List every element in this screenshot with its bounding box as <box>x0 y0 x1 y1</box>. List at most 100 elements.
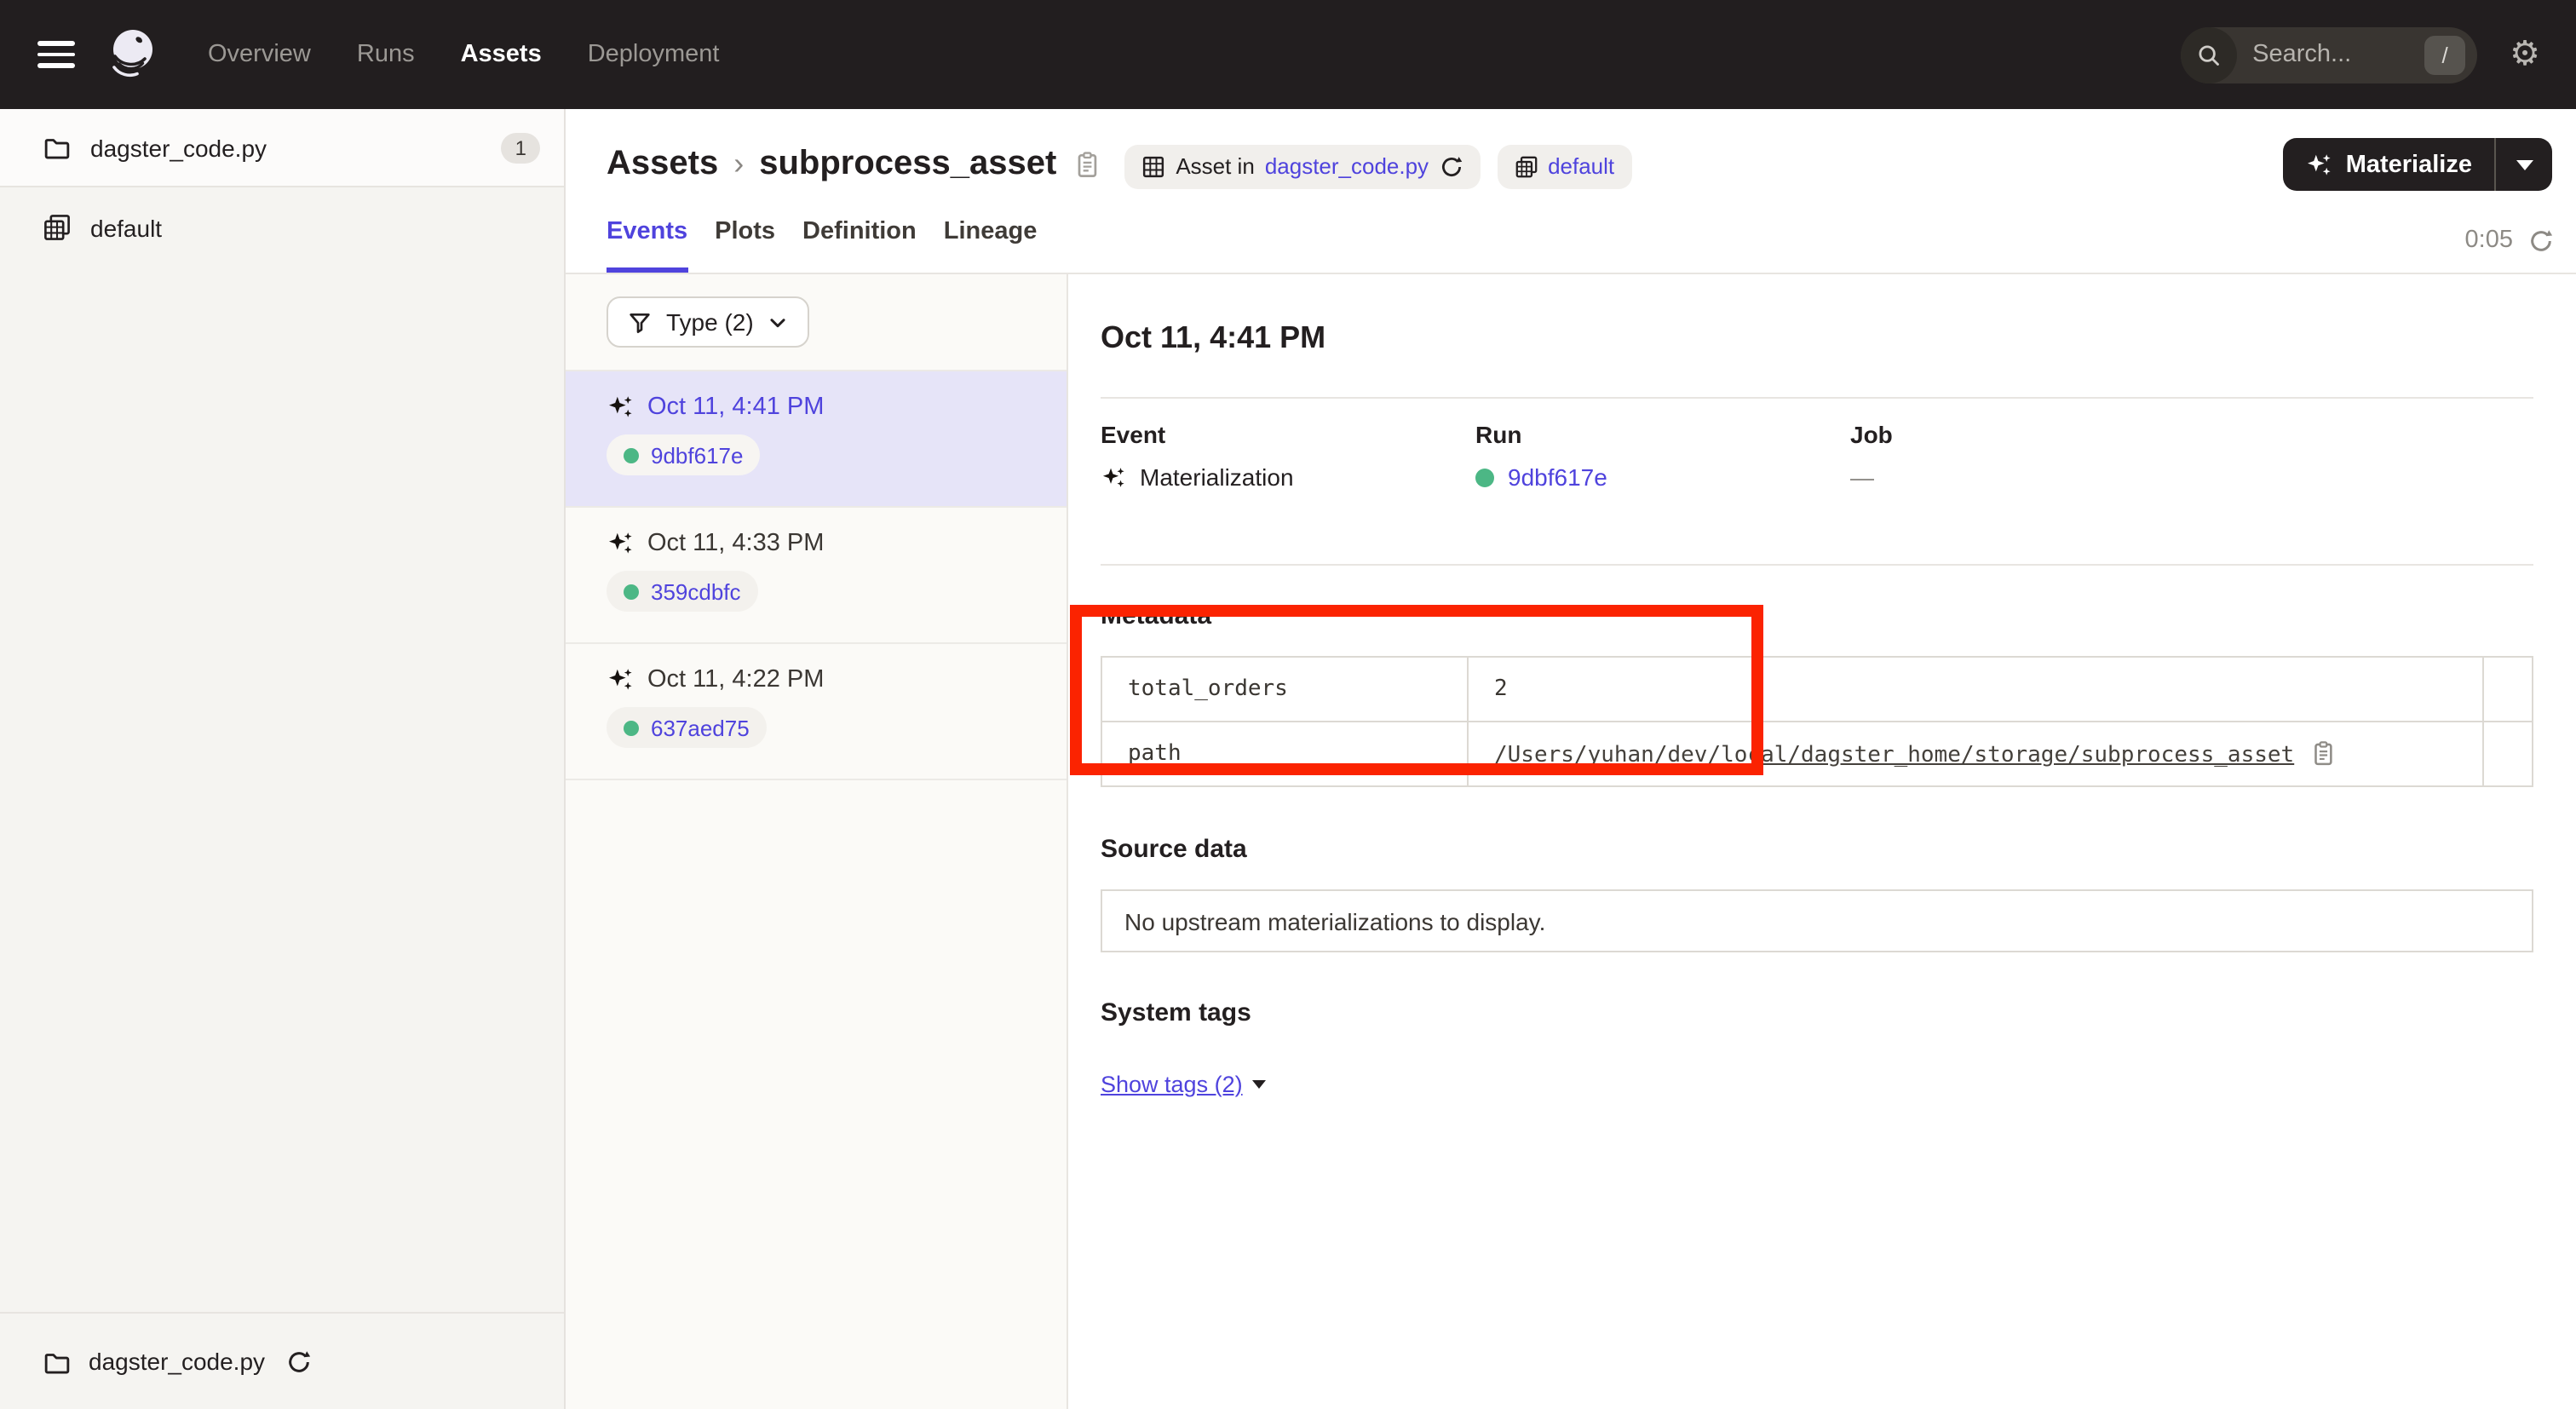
sidebar-item-code-location[interactable]: dagster_code.py 1 <box>0 109 564 187</box>
event-list-item[interactable]: Oct 11, 4:33 PM 359cdbfc <box>566 508 1067 644</box>
asset-header: Assets › subprocess_asset Asset in dagst… <box>566 109 2576 274</box>
metadata-key: total_orders <box>1101 657 1468 722</box>
metadata-row: path /Users/yuhan/dev/local/dagster_home… <box>1101 722 2533 786</box>
tab-definition[interactable]: Definition <box>802 218 917 273</box>
run-id: 637aed75 <box>651 715 750 740</box>
breadcrumb: Assets › subprocess_asset Asset in dagst… <box>566 109 2576 191</box>
code-location-tag: Asset in dagster_code.py <box>1124 144 1480 188</box>
materialization-sparkle-icon <box>607 395 634 419</box>
metadata-value: 2 <box>1468 657 2483 722</box>
page-title: subprocess_asset <box>759 145 1056 184</box>
metadata-actions-cell <box>2483 657 2533 722</box>
event-timestamp: Oct 11, 4:22 PM <box>647 666 824 693</box>
event-column-label: Event <box>1101 421 1475 448</box>
divider <box>1101 397 2533 399</box>
asset-main: Assets › subprocess_asset Asset in dagst… <box>566 109 2576 1409</box>
group-tag: default <box>1497 144 1631 188</box>
event-detail-panel: Oct 11, 4:41 PM Event Materialization <box>1068 274 2576 1409</box>
asset-group-icon <box>1514 154 1538 178</box>
auto-refresh-timer: 0:05 <box>2465 227 2554 254</box>
metadata-table: total_orders 2 path /Users/yuhan/dev/loc… <box>1101 656 2533 787</box>
search-input[interactable] <box>2249 39 2412 70</box>
nav-overview[interactable]: Overview <box>208 41 311 68</box>
run-id-pill[interactable]: 637aed75 <box>607 707 767 748</box>
chevron-down-icon <box>768 311 790 333</box>
event-list-item[interactable]: Oct 11, 4:22 PM 637aed75 <box>566 644 1067 780</box>
tag-prefix: Asset in <box>1176 153 1255 179</box>
asset-catalog-sidebar: dagster_code.py 1 default dagster <box>0 109 566 1409</box>
run-status-dot <box>624 720 639 735</box>
refresh-countdown: 0:05 <box>2465 227 2513 254</box>
run-id-link[interactable]: 9dbf617e <box>1508 463 1607 491</box>
sidebar-footer-code-location[interactable]: dagster_code.py <box>0 1312 564 1409</box>
sidebar-item-group-default[interactable]: default <box>0 187 564 267</box>
event-list-item[interactable]: Oct 11, 4:41 PM 9dbf617e <box>566 371 1067 508</box>
metadata-actions-cell <box>2483 722 2533 786</box>
show-tags-toggle[interactable]: Show tags (2) <box>1101 1072 1267 1097</box>
code-location-link[interactable]: dagster_code.py <box>1265 153 1429 179</box>
run-id: 359cdbfc <box>651 578 741 604</box>
code-location-label: dagster_code.py <box>90 134 483 161</box>
event-timestamp: Oct 11, 4:33 PM <box>647 530 824 557</box>
global-search[interactable]: / <box>2181 26 2477 83</box>
nav-assets[interactable]: Assets <box>461 41 542 68</box>
primary-nav: Overview Runs Assets Deployment <box>208 41 719 68</box>
materialize-split-button: Materialize <box>2283 138 2552 191</box>
asset-tabs: Events Plots Definition Lineage <box>566 218 2576 273</box>
metadata-path-link[interactable]: /Users/yuhan/dev/local/dagster_home/stor… <box>1494 743 2294 768</box>
menu-icon[interactable] <box>37 42 75 68</box>
breadcrumb-separator: › <box>733 147 744 182</box>
source-data-heading: Source data <box>1101 835 2533 864</box>
asset-tags: Asset in dagster_code.py default <box>1124 144 1631 188</box>
materialize-label: Materialize <box>2346 151 2472 178</box>
event-type-filter[interactable]: Type (2) <box>607 296 810 348</box>
sparkle-icon <box>2305 152 2332 176</box>
run-id-pill[interactable]: 9dbf617e <box>607 434 760 475</box>
event-detail-title: Oct 11, 4:41 PM <box>1101 320 2533 356</box>
tab-events[interactable]: Events <box>607 218 687 273</box>
run-status-dot <box>624 447 639 463</box>
breadcrumb-assets-link[interactable]: Assets <box>607 145 718 184</box>
tab-lineage[interactable]: Lineage <box>944 218 1038 273</box>
materialization-sparkle-icon <box>607 668 634 692</box>
nav-deployment[interactable]: Deployment <box>588 41 720 68</box>
event-timestamp: Oct 11, 4:41 PM <box>647 394 824 421</box>
materialization-sparkle-icon <box>1101 466 1126 488</box>
nav-runs[interactable]: Runs <box>357 41 415 68</box>
dagster-logo <box>102 24 164 85</box>
asset-group-icon <box>43 213 72 242</box>
dagster-app: Overview Runs Assets Deployment / ⚙ dags… <box>0 0 2576 1409</box>
refresh-icon[interactable] <box>1439 154 1463 178</box>
event-list-panel: Type (2) Oct 11, 4:41 PM <box>566 274 1068 1409</box>
divider <box>1101 564 2533 566</box>
run-id-pill[interactable]: 359cdbfc <box>607 571 758 612</box>
materialize-button[interactable]: Materialize <box>2283 138 2494 191</box>
source-data-empty-state: No upstream materializations to display. <box>1101 889 2533 952</box>
asset-count-badge: 1 <box>502 132 540 163</box>
settings-gear-icon[interactable]: ⚙ <box>2510 37 2540 72</box>
run-column-label: Run <box>1475 421 1850 448</box>
copy-asset-name-icon[interactable] <box>1072 149 1102 180</box>
group-label: default <box>90 214 162 241</box>
metadata-key: path <box>1101 722 1468 786</box>
run-id: 9dbf617e <box>651 442 743 468</box>
folder-icon <box>43 133 72 162</box>
events-layout: Type (2) Oct 11, 4:41 PM <box>566 274 2576 1409</box>
materialize-dropdown-button[interactable] <box>2496 138 2552 191</box>
repo-grid-icon <box>1141 154 1165 178</box>
job-column-label: Job <box>1850 421 2225 448</box>
group-link[interactable]: default <box>1548 153 1614 179</box>
top-nav: Overview Runs Assets Deployment / ⚙ <box>0 0 2576 109</box>
chevron-down-icon <box>2516 159 2533 170</box>
search-icon <box>2181 26 2237 83</box>
run-status-dot <box>1475 468 1494 486</box>
run-status-dot <box>624 584 639 599</box>
caret-down-icon <box>1253 1080 1267 1089</box>
system-tags-heading: System tags <box>1101 998 2533 1027</box>
refresh-icon[interactable] <box>2528 227 2554 253</box>
job-empty-value: — <box>1850 463 1874 491</box>
copy-path-icon[interactable] <box>2308 739 2337 768</box>
reload-icon[interactable] <box>285 1349 311 1374</box>
folder-icon <box>43 1347 72 1376</box>
tab-plots[interactable]: Plots <box>715 218 775 273</box>
